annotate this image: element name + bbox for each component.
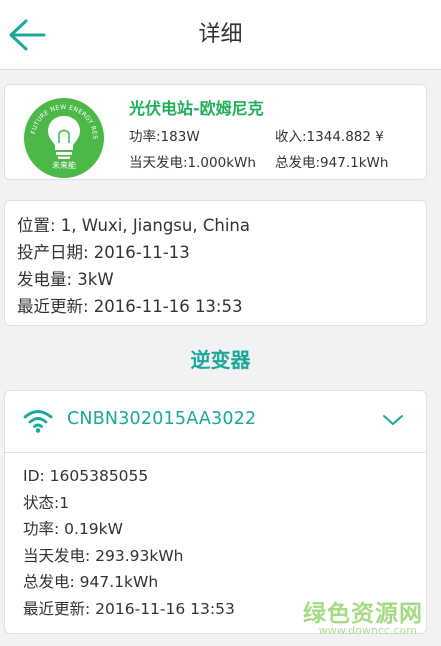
inverter-today-energy: 当天发电: 293.93kWh	[23, 546, 184, 565]
station-income: 收入:1344.882 ¥	[275, 129, 384, 145]
inverter-serial: CNBN302015AA3022	[67, 409, 257, 429]
page-title: 详细	[198, 22, 243, 47]
inverter-power: 功率: 0.19kW	[23, 520, 123, 539]
last-update-text: 最近更新: 2016-11-16 13:53	[17, 297, 243, 316]
top-bar: 详细	[0, 0, 441, 70]
inverter-header[interactable]: CNBN302015AA3022	[5, 391, 426, 453]
station-card[interactable]: FUTURE NEW ENERGY RESOURCE 未来能 光伏电站-欧姆尼克…	[4, 84, 427, 180]
inverter-details: ID: 1605385055 状态:1 功率: 0.19kW 当天发电: 293…	[23, 463, 235, 623]
commission-date-text: 投产日期: 2016-11-13	[17, 243, 190, 262]
station-name: 光伏电站-欧姆尼克	[129, 99, 264, 118]
station-total-energy: 总发电:947.1kWh	[275, 155, 389, 171]
capacity-text: 发电量: 3kW	[17, 270, 114, 289]
location-text: 位置: 1, Wuxi, Jiangsu, China	[17, 216, 250, 235]
chevron-down-icon[interactable]	[382, 413, 404, 427]
station-info-card: 位置: 1, Wuxi, Jiangsu, China 投产日期: 2016-1…	[4, 200, 427, 326]
inverter-status: 状态:1	[23, 493, 70, 512]
station-logo: FUTURE NEW ENERGY RESOURCE 未来能	[23, 97, 104, 178]
inverter-total-energy: 总发电: 947.1kWh	[23, 573, 159, 592]
wifi-icon	[23, 410, 53, 433]
watermark-url: www.downcc.com	[318, 624, 417, 637]
inverter-last-update: 最近更新: 2016-11-16 13:53	[23, 599, 235, 618]
inverter-id: ID: 1605385055	[23, 467, 149, 485]
station-today-energy: 当天发电:1.000kWh	[129, 155, 256, 171]
logo-text: 未来能	[52, 160, 76, 170]
station-power: 功率:183W	[129, 129, 200, 145]
inverter-section-title: 逆变器	[190, 348, 251, 372]
watermark-name: 绿色资源网	[303, 601, 423, 627]
